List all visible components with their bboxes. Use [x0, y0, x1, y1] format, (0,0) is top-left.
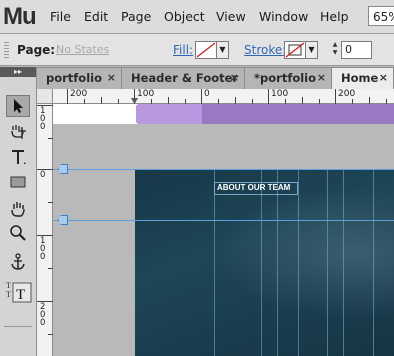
column-guide: [373, 169, 374, 356]
page-label: Page:: [17, 43, 56, 57]
horizontal-ruler[interactable]: 200 100 0 100 200: [53, 89, 394, 104]
no-color-icon: [196, 42, 216, 58]
close-icon[interactable]: ×: [379, 71, 388, 84]
anchor-icon: [11, 253, 25, 270]
tab-label: Header & Footer: [131, 71, 239, 85]
header-bar-light[interactable]: [136, 104, 202, 124]
app-logo: Mu: [3, 3, 37, 30]
column-guide: [277, 169, 278, 356]
rectangle-tool[interactable]: [6, 171, 30, 193]
about-heading: ABOUT OUR TEAM: [217, 183, 291, 192]
stroke-width-field[interactable]: 0: [341, 41, 372, 59]
header-bar-dark[interactable]: [202, 104, 394, 124]
text-tool[interactable]: [6, 146, 30, 168]
text-t-icon: [12, 150, 26, 164]
svg-text:T: T: [6, 281, 11, 290]
tab-label: Home: [341, 71, 379, 85]
ruler-origin[interactable]: [37, 89, 53, 104]
control-panel: Page: No States Fill: ▼ Stroke: ▼ ▲ ▼ 0: [0, 34, 394, 66]
ruler-label: 0: [40, 122, 46, 132]
document-tab-bar: portfolio × Header & Footer × *portfolio…: [37, 67, 394, 90]
tab-header-footer[interactable]: Header & Footer ×: [122, 67, 245, 89]
crop-hand-icon: [11, 125, 26, 139]
horizontal-guide[interactable]: [53, 220, 394, 221]
menu-page[interactable]: Page: [121, 9, 151, 24]
fill-link[interactable]: Fill:: [173, 43, 193, 57]
tool-divider: [4, 326, 32, 327]
menu-window[interactable]: Window: [259, 9, 308, 24]
text-frame-tool[interactable]: T T T: [4, 277, 32, 303]
ruler-label: 0: [40, 170, 46, 180]
tool-panel: ▸▸ T T T: [0, 67, 37, 356]
stroke-width-stepper[interactable]: ▲ ▼: [330, 41, 340, 59]
zoom-level-field[interactable]: 65%: [368, 6, 394, 26]
panel-grip-handle[interactable]: [4, 42, 9, 58]
collapse-panel-icon[interactable]: ▸▸: [0, 67, 36, 77]
menu-object[interactable]: Object: [164, 9, 205, 24]
chevron-down-icon: ▼: [219, 45, 226, 54]
svg-text:T: T: [16, 287, 25, 303]
close-icon[interactable]: ×: [107, 71, 116, 84]
rectangle-icon: [10, 176, 26, 188]
ruler-label: 100: [271, 89, 289, 99]
close-icon[interactable]: ×: [230, 71, 239, 84]
zoom-tool[interactable]: [6, 222, 30, 244]
menu-view[interactable]: View: [216, 9, 246, 24]
svg-text:T: T: [6, 290, 11, 299]
horizontal-guide[interactable]: [53, 169, 394, 170]
chevron-down-icon: ▼: [308, 45, 315, 54]
tab-home[interactable]: Home ×: [332, 67, 394, 90]
no-stroke-icon: [285, 42, 305, 58]
hand-icon: [11, 202, 25, 217]
vertical-ruler[interactable]: 1 0 0 0 1 0 0 2 0 0: [37, 104, 53, 356]
arrow-pointer-icon: [14, 99, 23, 113]
tab-portfolio-modified[interactable]: *portfolio ×: [245, 67, 332, 89]
menu-file[interactable]: File: [50, 9, 71, 24]
text-frame-icon: T T T: [6, 281, 32, 303]
stroke-link[interactable]: Stroke:: [244, 43, 286, 57]
tab-label: portfolio: [46, 71, 102, 85]
crop-tool[interactable]: [6, 120, 30, 142]
column-guide: [261, 169, 262, 356]
menu-bar: Mu File Edit Page Object View Window Hel…: [0, 0, 394, 34]
column-guide: [214, 169, 215, 356]
ruler-label: 0: [40, 318, 46, 328]
column-guide: [298, 169, 299, 356]
column-guide: [327, 169, 328, 356]
tab-label: *portfolio: [254, 71, 317, 85]
ruler-label: 200: [338, 89, 356, 99]
fill-swatch[interactable]: [195, 41, 217, 59]
ruler-label: 0: [204, 89, 210, 99]
magnifier-icon: [10, 225, 26, 241]
stroke-swatch[interactable]: [284, 41, 306, 59]
anchor-tool[interactable]: [6, 251, 30, 273]
column-guide: [343, 169, 344, 356]
design-canvas[interactable]: ABOUT OUR TEAM: [53, 104, 394, 356]
menu-help[interactable]: Help: [320, 9, 349, 24]
tab-portfolio[interactable]: portfolio ×: [37, 67, 122, 89]
ruler-label: 100: [137, 89, 155, 99]
hand-tool[interactable]: [6, 198, 30, 220]
page-states-link[interactable]: No States: [56, 43, 109, 56]
ruler-label: 200: [70, 89, 88, 99]
hero-image-block[interactable]: ABOUT OUR TEAM: [135, 169, 394, 356]
close-icon[interactable]: ×: [317, 71, 326, 84]
menu-edit[interactable]: Edit: [84, 9, 108, 24]
selection-tool[interactable]: [6, 95, 30, 117]
ruler-label: 0: [40, 252, 46, 262]
heading-text-frame[interactable]: ABOUT OUR TEAM: [214, 182, 298, 195]
fill-dropdown-button[interactable]: ▼: [216, 41, 229, 59]
stroke-dropdown-button[interactable]: ▼: [305, 41, 318, 59]
